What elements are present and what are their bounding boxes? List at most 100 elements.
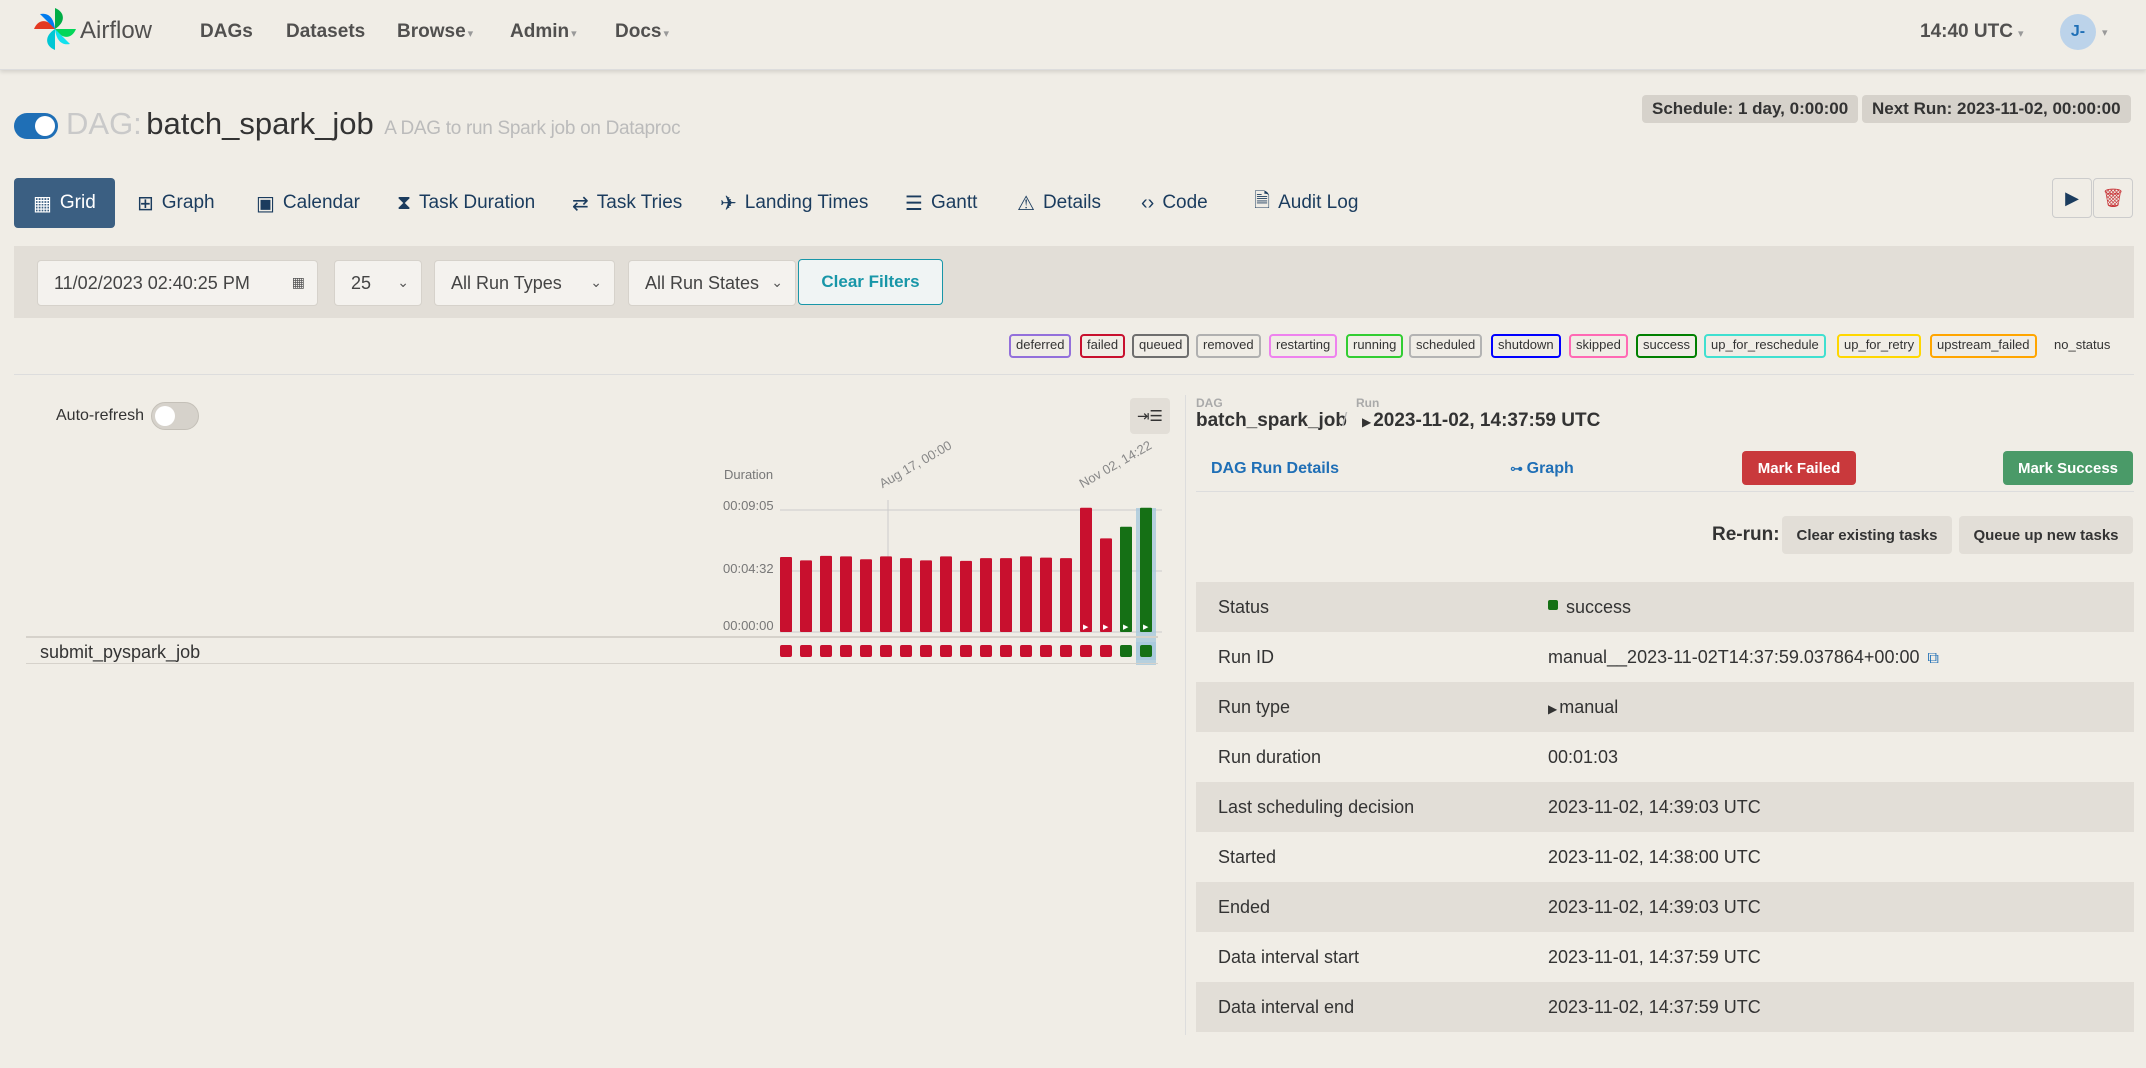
auto-refresh-toggle[interactable] — [151, 402, 199, 430]
chevron-down-icon: ⌄ — [397, 274, 409, 290]
legend-upstream-failed[interactable]: upstream_failed — [1930, 334, 2037, 358]
task-instance-square[interactable] — [900, 645, 912, 657]
task-instance-square[interactable] — [1100, 645, 1112, 657]
duration-bar[interactable] — [1140, 507, 1152, 632]
task-instance-square[interactable] — [1000, 645, 1012, 657]
legend-success[interactable]: success — [1636, 334, 1697, 358]
breadcrumb-run[interactable]: ▶ 2023-11-02, 14:37:59 UTC — [1362, 410, 1600, 432]
duration-bar[interactable] — [780, 557, 792, 632]
chevron-down-icon[interactable]: ▾ — [2102, 26, 2108, 39]
tab-task-tries[interactable]: ⇄ Task Tries — [572, 178, 682, 228]
legend-no-status[interactable]: no_status — [2054, 337, 2110, 352]
duration-bar[interactable] — [960, 560, 972, 632]
duration-bar[interactable] — [880, 556, 892, 632]
task-instance-square[interactable] — [980, 645, 992, 657]
task-instance-square[interactable] — [960, 645, 972, 657]
task-instance-square[interactable] — [840, 645, 852, 657]
duration-bar[interactable] — [860, 559, 872, 632]
task-instance-square[interactable] — [1080, 645, 1092, 657]
duration-bar[interactable] — [820, 555, 832, 632]
legend-restarting[interactable]: restarting — [1269, 334, 1338, 358]
base-date-input[interactable]: 11/02/2023 02:40:25 PM ▦ — [37, 260, 318, 306]
clear-existing-tasks-button[interactable]: Clear existing tasks — [1782, 516, 1952, 554]
brand-name[interactable]: Airflow — [80, 17, 152, 45]
duration-bar[interactable] — [1080, 507, 1092, 632]
task-instance-square[interactable] — [940, 645, 952, 657]
tab-grid[interactable]: ▦ Grid — [14, 178, 115, 228]
queue-new-tasks-button[interactable]: Queue up new tasks — [1959, 516, 2133, 554]
copy-icon[interactable]: ⧉ — [1927, 650, 1938, 668]
duration-bar[interactable] — [940, 556, 952, 632]
task-instance-square[interactable] — [860, 645, 872, 657]
duration-bar[interactable] — [920, 560, 932, 632]
tab-graph[interactable]: ⊞ Graph — [137, 178, 215, 228]
duration-bar[interactable] — [900, 558, 912, 632]
table-row: Last scheduling decision 2023-11-02, 14:… — [1196, 782, 2134, 832]
tab-landing-times[interactable]: ✈ Landing Times — [720, 178, 868, 228]
nav-docs[interactable]: Docs ▾ — [615, 21, 669, 43]
legend-deferred[interactable]: deferred — [1009, 334, 1072, 358]
nav-dags[interactable]: DAGs — [200, 21, 253, 43]
collapse-details-button[interactable]: ⇥☰ — [1130, 398, 1170, 434]
nav-admin[interactable]: Admin ▾ — [510, 21, 577, 43]
row-value: 00:01:03 — [1548, 747, 1619, 767]
task-name[interactable]: submit_pyspark_job — [40, 642, 200, 663]
legend-up-for-retry[interactable]: up_for_retry — [1837, 334, 1922, 358]
task-instance-square[interactable] — [800, 645, 812, 657]
breadcrumb-dag[interactable]: batch_spark_job — [1196, 410, 1347, 432]
duration-bar[interactable] — [1060, 558, 1072, 632]
run-state-select[interactable]: All Run States ⌄ — [628, 260, 796, 306]
task-instance-square[interactable] — [1020, 645, 1032, 657]
panel-divider[interactable] — [1185, 395, 1186, 1035]
legend-scheduled[interactable]: scheduled — [1409, 334, 1483, 358]
duration-bar[interactable] — [1120, 526, 1132, 632]
clear-filters-button[interactable]: Clear Filters — [798, 259, 943, 305]
run-tabs: DAG Run Details ⊶ Graph — [1196, 446, 2134, 492]
task-instance-square[interactable] — [920, 645, 932, 657]
duration-bar[interactable] — [840, 556, 852, 632]
tab-gantt[interactable]: ☰ Gantt — [905, 178, 977, 228]
calendar-icon[interactable]: ▦ — [292, 274, 305, 291]
duration-bar[interactable] — [1100, 538, 1112, 632]
run-type-select[interactable]: All Run Types ⌄ — [434, 260, 615, 306]
duration-bar[interactable] — [800, 560, 812, 632]
legend-up-for-reschedule[interactable]: up_for_reschedule — [1704, 334, 1826, 358]
legend-failed[interactable]: failed — [1080, 334, 1126, 358]
delete-dag-button[interactable]: 🗑 — [2093, 178, 2133, 218]
tab-run-graph[interactable]: ⊶ Graph — [1510, 460, 1574, 478]
legend-shutdown[interactable]: shutdown — [1491, 334, 1561, 358]
tab-calendar[interactable]: ▣ Calendar — [256, 178, 360, 228]
user-avatar[interactable]: J- — [2060, 14, 2096, 50]
legend-running[interactable]: running — [1346, 334, 1404, 358]
task-instance-square[interactable] — [1040, 645, 1052, 657]
nav-datasets[interactable]: Datasets — [286, 21, 365, 43]
duration-bar[interactable] — [1020, 556, 1032, 632]
nav-browse[interactable]: Browse ▾ — [397, 21, 473, 43]
tab-audit-log[interactable]: 🗎 Audit Log — [1254, 178, 1358, 228]
tab-details[interactable]: ⚠ Details — [1017, 178, 1101, 228]
task-instance-square[interactable] — [1060, 645, 1072, 657]
next-run-badge[interactable]: Next Run: 2023-11-02, 00:00:00 — [1862, 95, 2131, 123]
num-runs-select[interactable]: 25 ⌄ — [334, 260, 422, 306]
duration-bar[interactable] — [980, 558, 992, 632]
task-instance-square[interactable] — [1140, 645, 1152, 657]
task-instance-square[interactable] — [1120, 645, 1132, 657]
task-instance-square[interactable] — [880, 645, 892, 657]
timezone-menu[interactable]: 14:40 UTC ▾ — [1920, 21, 2024, 43]
duration-bar[interactable] — [1040, 557, 1052, 632]
tab-task-duration[interactable]: ⧗ Task Duration — [397, 178, 535, 228]
y-tick-zero: 00:00:00 — [723, 618, 774, 633]
mark-success-button[interactable]: Mark Success — [2003, 451, 2133, 485]
legend-queued[interactable]: queued — [1132, 334, 1190, 358]
legend-removed[interactable]: removed — [1196, 334, 1261, 358]
task-instance-square[interactable] — [780, 645, 792, 657]
legend-skipped[interactable]: skipped — [1569, 334, 1628, 358]
mark-failed-button[interactable]: Mark Failed — [1742, 451, 1856, 485]
tab-dag-run-details[interactable]: DAG Run Details — [1211, 460, 1339, 478]
tab-code[interactable]: ‹› Code — [1141, 178, 1208, 228]
dag-pause-toggle[interactable] — [14, 113, 58, 139]
task-instance-square[interactable] — [820, 645, 832, 657]
airflow-logo-icon[interactable] — [32, 6, 78, 52]
trigger-dag-button[interactable]: ▶ — [2052, 178, 2092, 218]
duration-bar[interactable] — [1000, 558, 1012, 632]
